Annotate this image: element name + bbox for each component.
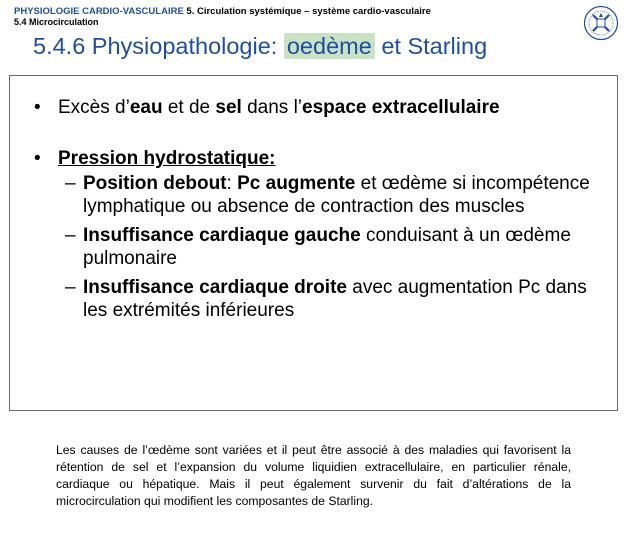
- title-prefix: 5.4.6 Physiopathologie:: [33, 33, 284, 59]
- bullet-bold: eau: [129, 97, 163, 118]
- title-suffix: et Starling: [374, 33, 488, 59]
- bullet-item: • Excès d’eau et de sel dans l’espace ex…: [34, 96, 609, 119]
- bullet-item: • Pression hydrostatique:: [34, 147, 609, 170]
- sub-bullet-item: – Insuffisance cardiaque gauche conduisa…: [34, 224, 609, 270]
- dash-marker: –: [65, 173, 76, 194]
- slide-title: 5.4.6 Physiopathologie: oedème et Starli…: [33, 33, 487, 60]
- bullet-text: et de: [162, 97, 216, 118]
- sub-bullet-item: – Insuffisance cardiaque droite avec aug…: [34, 276, 609, 322]
- sub-bullet-bold: Insuffisance cardiaque gauche: [83, 225, 361, 246]
- bullet-text: Excès d’: [58, 97, 130, 118]
- sub-bullet-bold: Position debout: [83, 173, 227, 194]
- bullet-text: dans l’: [241, 97, 303, 118]
- bullet-list: • Excès d’eau et de sel dans l’espace ex…: [34, 96, 609, 322]
- bullet-dot: •: [34, 97, 41, 118]
- caption-paragraph: Les causes de l’œdème sont variées et il…: [56, 443, 571, 508]
- bullet-dot: •: [34, 148, 41, 169]
- slide-title-band: 5.4.6 Physiopathologie: oedème et Starli…: [9, 30, 618, 76]
- bullet-heading: Pression hydrostatique:: [58, 148, 276, 169]
- page-header: PHYSIOLOGIE CARDIO-VASCULAIRE 5. Circula…: [14, 6, 431, 28]
- sub-bullet-bold: Pc augmente: [237, 173, 356, 194]
- dash-marker: –: [65, 277, 76, 298]
- course-name: PHYSIOLOGIE CARDIO-VASCULAIRE: [14, 6, 184, 17]
- section-name: 5.4 Microcirculation: [14, 17, 99, 27]
- sub-bullet-bold: Insuffisance cardiaque droite: [83, 277, 347, 298]
- slide-body: • Excès d’eau et de sel dans l’espace ex…: [9, 76, 618, 411]
- bullet-bold: sel: [215, 97, 242, 118]
- sub-bullet-text: :: [226, 173, 238, 194]
- chapter-name: 5. Circulation systémique – système card…: [186, 6, 431, 17]
- header-line: PHYSIOLOGIE CARDIO-VASCULAIRE 5. Circula…: [14, 6, 431, 17]
- bullet-bold: espace extracellulaire: [302, 97, 500, 118]
- title-highlight: oedème: [283, 33, 375, 59]
- sub-bullet-item: – Position debout: Pc augmente et œdème …: [34, 172, 609, 218]
- dash-marker: –: [65, 225, 76, 246]
